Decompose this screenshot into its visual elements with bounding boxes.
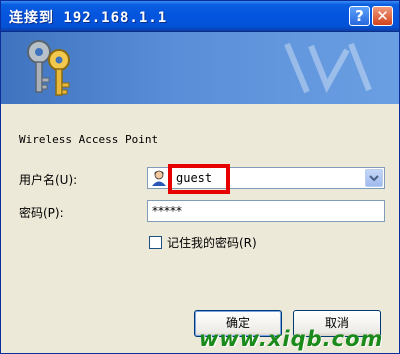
dropdown-button[interactable]: [365, 169, 383, 187]
chevron-down-icon: [369, 175, 379, 182]
window-title: 连接到 192.168.1.1: [9, 10, 168, 26]
highlight-box: [168, 164, 230, 194]
password-value: *****: [152, 204, 182, 218]
username-label: 用户名(U):: [19, 173, 78, 187]
remember-password-checkbox[interactable]: [149, 236, 162, 249]
title-bar[interactable]: 连接到 192.168.1.1 ? ✕: [1, 1, 399, 32]
close-button[interactable]: ✕: [372, 6, 393, 26]
site-name-text: Wireless Access Point: [19, 133, 159, 146]
decorative-logo-icon: [284, 42, 372, 94]
watermark-text: www.xiqb.com: [199, 327, 384, 351]
help-button[interactable]: ?: [349, 6, 370, 26]
login-dialog: 连接到 192.168.1.1 ? ✕ Wireless Access Poin…: [0, 0, 400, 354]
remember-password-label[interactable]: 记住我的密码(R): [167, 234, 257, 251]
keys-icon: [27, 40, 70, 96]
dialog-banner: [1, 32, 399, 104]
user-icon: [152, 170, 166, 186]
password-field[interactable]: *****: [147, 200, 385, 222]
password-label: 密码(P):: [19, 206, 64, 220]
